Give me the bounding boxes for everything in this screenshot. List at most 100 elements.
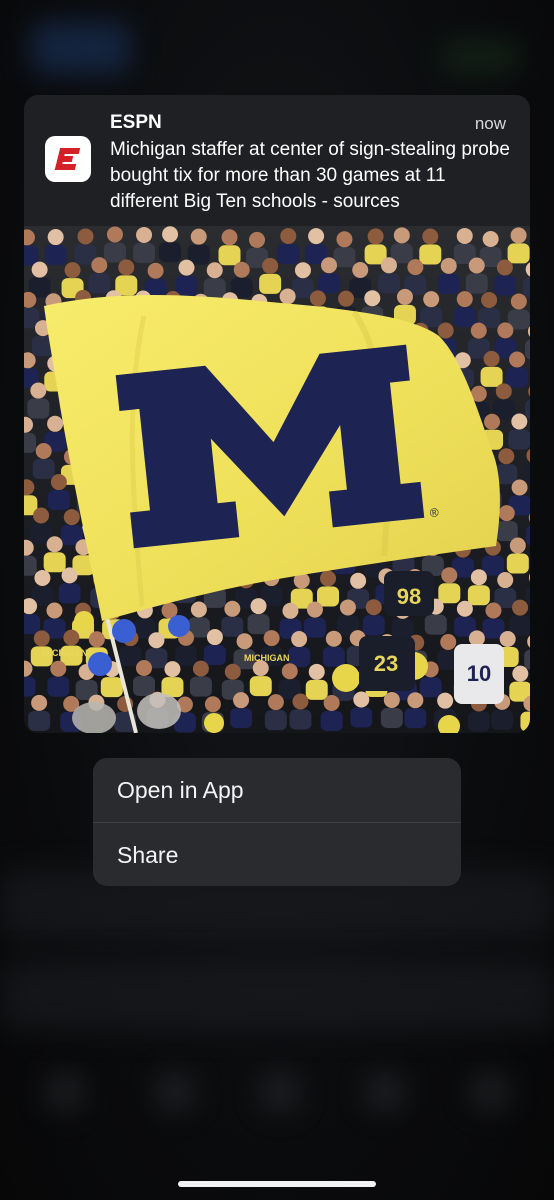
crowd-fan-head xyxy=(456,291,473,308)
crowd-fan-head xyxy=(407,259,424,276)
blue-painted-fan xyxy=(112,619,136,643)
crowd-fan-body xyxy=(24,676,36,697)
crowd-fan-head xyxy=(292,693,309,710)
share-menu-item[interactable]: Share xyxy=(93,823,461,886)
notification-message: Michigan staffer at center of sign-steal… xyxy=(110,139,510,212)
crowd-fan-body xyxy=(100,677,123,698)
jersey-number: 23 xyxy=(374,651,398,676)
crowd-fan-head xyxy=(365,599,382,616)
notification-header: ESPN now Michigan staffer at center of s… xyxy=(24,95,530,225)
crowd-fan-head xyxy=(178,259,195,276)
pom-pom xyxy=(204,713,224,733)
crowd-fan-head xyxy=(47,415,64,432)
home-indicator[interactable] xyxy=(178,1181,376,1187)
crowd-fan-body xyxy=(218,245,241,266)
crowd-fan-head xyxy=(364,290,381,307)
crowd-fan-head xyxy=(338,290,355,307)
crowd-fan-body xyxy=(506,367,529,388)
crowd-fan-head xyxy=(339,599,356,616)
crowd-fan-head xyxy=(495,383,512,400)
crowd-fan-head xyxy=(33,630,50,647)
crowd-fan-head xyxy=(321,257,338,274)
crowd-fan-body xyxy=(289,709,312,730)
crowd-fan-head xyxy=(483,350,500,367)
crowd-fan-head xyxy=(498,505,515,522)
crowd-fan-head xyxy=(280,227,297,244)
crowd-fan-body xyxy=(203,278,226,299)
crowd-fan-head xyxy=(323,694,340,711)
crowd-fan-head xyxy=(282,602,299,619)
crowd-fan-head xyxy=(106,226,123,243)
crowd-fan-head xyxy=(63,509,80,526)
crowd-fan-head xyxy=(437,322,454,339)
crowd-fan-head xyxy=(393,227,410,244)
crowd-fan-head xyxy=(135,660,152,677)
crowd-fan-body xyxy=(480,366,503,387)
crowd-fan-head xyxy=(148,632,165,649)
crowd-fan-head xyxy=(262,257,279,274)
crowd-fan-head xyxy=(380,257,397,274)
crowd-fan-head xyxy=(484,413,501,430)
crowd-fan-body xyxy=(508,429,530,450)
crowd-fan-body xyxy=(520,711,530,732)
crowd-fan-body xyxy=(221,616,244,637)
crowd-fan-head xyxy=(50,660,67,677)
blurred-background-element xyxy=(470,1072,510,1112)
crowd-fan-head xyxy=(192,660,209,677)
flag-registered-mark: ® xyxy=(429,505,439,520)
crowd-fan-head xyxy=(512,599,529,616)
crowd-fan-body xyxy=(391,618,414,639)
crowd-fan-body xyxy=(317,586,340,607)
crowd-fan-head xyxy=(511,479,528,496)
crowd-fan-head xyxy=(308,228,325,245)
crowd-fan-body xyxy=(277,243,300,264)
crowd-fan-body xyxy=(350,707,373,728)
crowd-fan-head xyxy=(31,261,48,278)
open-in-app-menu-item[interactable]: Open in App xyxy=(93,758,461,822)
crowd-fan-head xyxy=(294,262,311,279)
crowd-fan-head xyxy=(61,567,78,584)
crowd-fan-head xyxy=(162,226,179,243)
crowd-fan-body xyxy=(318,273,341,294)
crowd-fan-body xyxy=(58,583,81,604)
crowd-fan-head xyxy=(440,257,457,274)
crowd-fan-body xyxy=(24,555,37,576)
crowd-fan-head xyxy=(383,691,400,708)
crowd-fan-body xyxy=(419,677,442,698)
crowd-fan-head xyxy=(224,663,241,680)
crowd-fan-body xyxy=(491,709,514,730)
notification-context-menu: Open in App Share xyxy=(93,758,461,886)
crowd-fan-head xyxy=(91,257,108,274)
blurred-background-element xyxy=(0,960,554,1030)
crowd-fan-body xyxy=(24,614,41,635)
crowd-fan-head xyxy=(147,262,164,279)
crowd-fan-body xyxy=(362,615,385,636)
crowd-fan-head xyxy=(456,600,473,617)
crowd-fan-head xyxy=(440,633,457,650)
crowd-fan-head xyxy=(510,227,527,244)
jersey-number: 98 xyxy=(397,584,421,609)
crowd-fan-head xyxy=(510,293,527,310)
crowd-fan-body xyxy=(175,645,198,666)
crowd-fan-body xyxy=(203,645,226,666)
notification-card[interactable]: ESPN now Michigan staffer at center of s… xyxy=(24,95,530,733)
crowd-fan-head xyxy=(511,413,528,430)
crowd-fan-body xyxy=(507,243,530,264)
crowd-fan-body xyxy=(453,307,476,328)
crowd-fan-head xyxy=(204,696,221,713)
jersey-number: 10 xyxy=(467,661,491,686)
crowd-fan-head xyxy=(497,572,514,589)
crowd-fan-body xyxy=(495,521,518,542)
crowd-fan-body xyxy=(438,583,461,604)
crowd-fan-body xyxy=(132,676,155,697)
crowd-fan-head xyxy=(206,262,223,279)
crowd-fan-head xyxy=(233,261,250,278)
crowd-fan-body xyxy=(47,676,70,697)
crowd-fan-head xyxy=(224,600,241,617)
crowd-fan-head xyxy=(63,629,80,646)
crowd-fan-body xyxy=(437,273,460,294)
crowd-fan-body xyxy=(467,585,490,606)
pom-pom xyxy=(74,611,94,631)
espn-e-logo-icon xyxy=(52,143,84,175)
crowd-fan-body xyxy=(27,398,50,419)
